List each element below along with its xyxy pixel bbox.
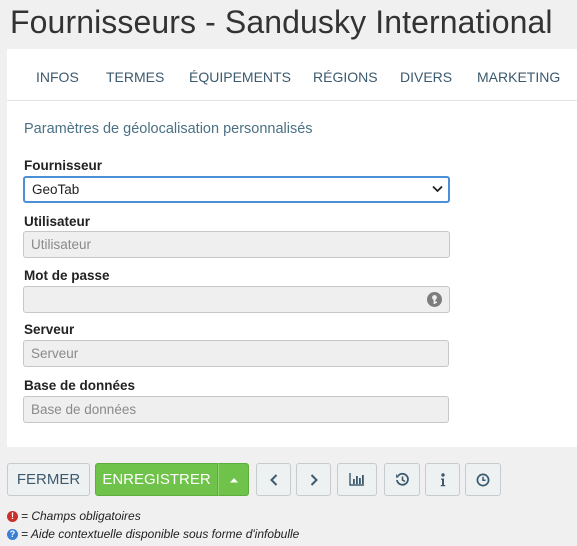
utilisateur-input[interactable]: Utilisateur bbox=[23, 231, 450, 258]
tab-bar: INFOS TERMES ÉQUIPEMENTS RÉGIONS DIVERS … bbox=[7, 49, 577, 101]
clock-button[interactable] bbox=[465, 463, 501, 496]
save-button-label: ENREGISTRER bbox=[102, 471, 211, 488]
base-de-donnees-label: Base de données bbox=[24, 378, 136, 393]
fournisseur-selected-value: GeoTab bbox=[32, 182, 80, 197]
history-button[interactable] bbox=[384, 463, 420, 496]
legend-required: ! = Champs obligatoires bbox=[7, 509, 141, 523]
legend-help-text: = Aide contextuelle disponible sous form… bbox=[21, 527, 300, 541]
utilisateur-label: Utilisateur bbox=[24, 214, 91, 229]
serveur-input[interactable]: Serveur bbox=[23, 340, 449, 367]
serveur-label: Serveur bbox=[24, 322, 75, 337]
tab-regions[interactable]: RÉGIONS bbox=[313, 69, 378, 85]
chevron-left-icon bbox=[269, 473, 277, 486]
mot-de-passe-label: Mot de passe bbox=[24, 268, 110, 283]
previous-button[interactable] bbox=[256, 463, 291, 496]
exclamation-icon: ! bbox=[7, 510, 18, 522]
page-title: Fournisseurs - Sandusky International bbox=[10, 4, 553, 40]
password-key-icon[interactable] bbox=[426, 291, 443, 308]
fournisseur-label: Fournisseur bbox=[24, 158, 103, 173]
caret-up-icon bbox=[229, 477, 238, 482]
question-icon: ? bbox=[7, 528, 18, 540]
info-button[interactable] bbox=[425, 463, 460, 496]
section-title: Paramètres de géolocalisation personnali… bbox=[24, 121, 313, 137]
chevron-down-icon bbox=[432, 185, 443, 193]
statistics-button[interactable] bbox=[337, 463, 377, 496]
next-button[interactable] bbox=[296, 463, 331, 496]
legend-required-text: = Champs obligatoires bbox=[21, 509, 141, 523]
tab-termes[interactable]: TERMES bbox=[106, 69, 164, 85]
clock-icon bbox=[476, 473, 490, 486]
bar-chart-icon bbox=[349, 473, 364, 486]
mot-de-passe-input[interactable] bbox=[23, 286, 450, 313]
base-de-donnees-input[interactable]: Base de données bbox=[23, 396, 449, 423]
tab-infos[interactable]: INFOS bbox=[36, 69, 79, 85]
tab-equipements[interactable]: ÉQUIPEMENTS bbox=[189, 69, 291, 85]
form-card: INFOS TERMES ÉQUIPEMENTS RÉGIONS DIVERS … bbox=[7, 49, 577, 447]
close-button-label: FERMER bbox=[16, 471, 81, 488]
save-options-button[interactable] bbox=[218, 463, 249, 496]
history-icon bbox=[395, 472, 409, 486]
info-icon bbox=[440, 472, 445, 486]
save-button[interactable]: ENREGISTRER bbox=[95, 463, 218, 496]
legend-help: ? = Aide contextuelle disponible sous fo… bbox=[7, 527, 299, 541]
tab-marketing[interactable]: MARKETING bbox=[477, 69, 560, 85]
close-button[interactable]: FERMER bbox=[7, 463, 90, 496]
chevron-right-icon bbox=[310, 473, 318, 486]
fournisseur-select[interactable]: GeoTab bbox=[23, 176, 450, 203]
tab-divers[interactable]: DIVERS bbox=[400, 69, 452, 85]
